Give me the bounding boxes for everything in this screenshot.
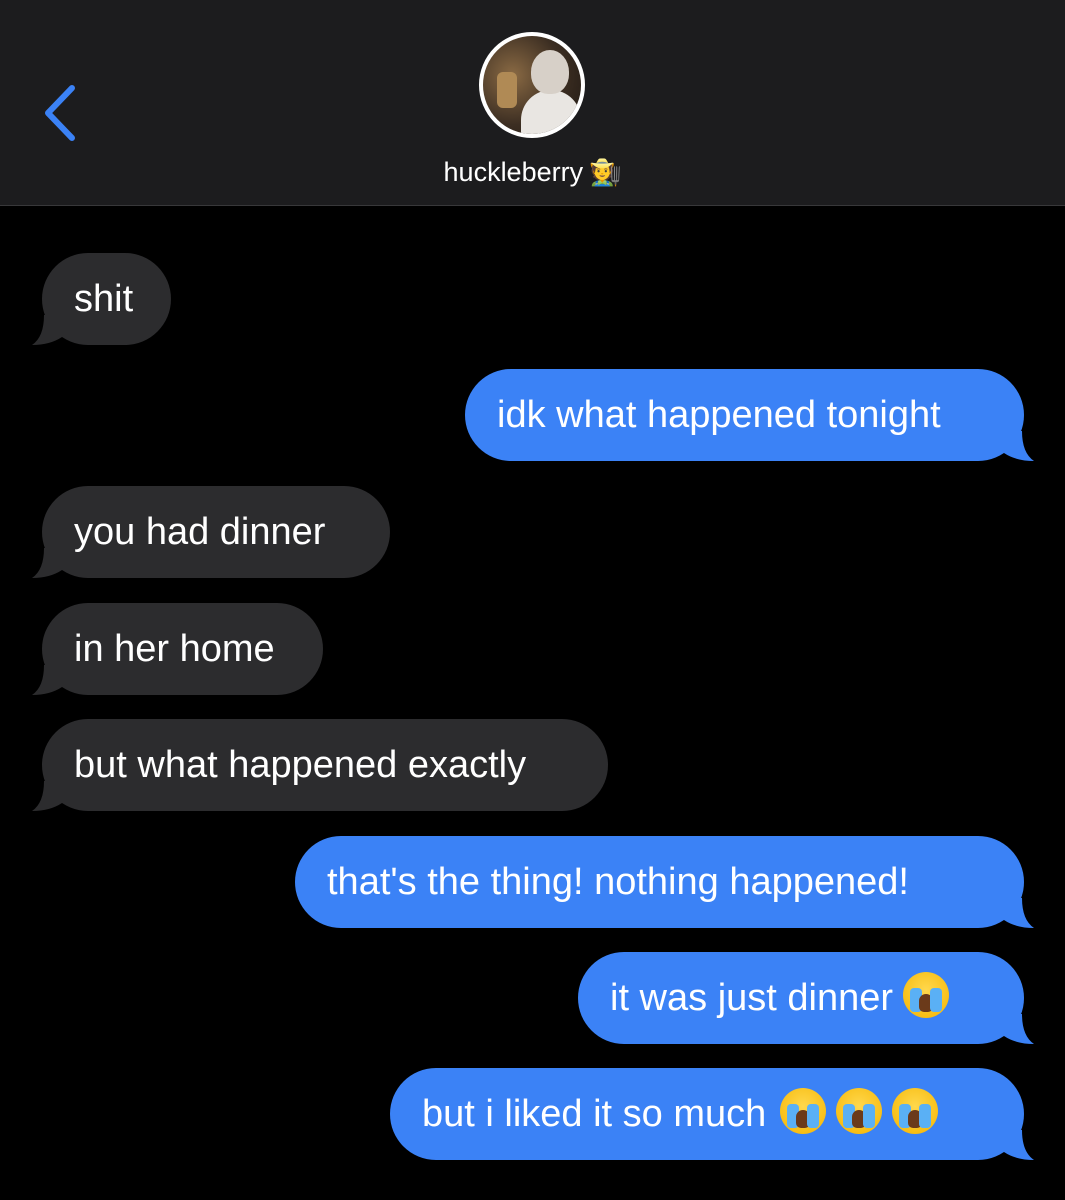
message-text: but i liked it so much bbox=[422, 1093, 767, 1135]
message-bubble-incoming[interactable]: but what happened exactly bbox=[32, 719, 608, 811]
bubble-tail bbox=[1004, 1014, 1034, 1044]
bubble-tail bbox=[32, 315, 62, 345]
chevron-left-icon bbox=[45, 85, 75, 141]
message-text: shit bbox=[74, 278, 134, 320]
message-bubble-incoming[interactable]: shit bbox=[32, 253, 171, 345]
back-button[interactable] bbox=[36, 80, 86, 146]
loudly-crying-face-icon bbox=[892, 1088, 939, 1134]
bubble-tail bbox=[1004, 431, 1034, 461]
message-text: in her home bbox=[74, 628, 275, 670]
avatar-photo-head bbox=[531, 50, 569, 94]
message-bubble-incoming[interactable]: in her home bbox=[32, 603, 323, 695]
bubble-tail bbox=[32, 665, 62, 695]
contact-name: huckleberry bbox=[443, 157, 584, 187]
bubble-tail bbox=[32, 781, 62, 811]
message-bubble-outgoing[interactable]: but i liked it so much bbox=[390, 1068, 1034, 1160]
message-bubble-outgoing[interactable]: idk what happened tonight bbox=[465, 369, 1034, 461]
message-text: but what happened exactly bbox=[74, 744, 527, 786]
bubble-tail bbox=[1004, 1130, 1034, 1160]
avatar-photo-body bbox=[521, 90, 581, 134]
loudly-crying-face-icon bbox=[903, 972, 950, 1018]
loudly-crying-face-icon bbox=[780, 1088, 827, 1134]
message-text: you had dinner bbox=[74, 511, 326, 553]
message-text: that's the thing! nothing happened! bbox=[327, 861, 909, 903]
message-bubble-outgoing[interactable]: it was just dinner bbox=[578, 952, 1034, 1044]
loudly-crying-face-icon bbox=[836, 1088, 883, 1134]
conversation-header: huckleberry 🧑‍🌾 bbox=[0, 0, 1065, 206]
contact-name-button[interactable]: huckleberry 🧑‍🌾 bbox=[0, 152, 1065, 192]
message-text: idk what happened tonight bbox=[497, 394, 941, 436]
message-bubble-outgoing[interactable]: that's the thing! nothing happened! bbox=[295, 836, 1034, 928]
avatar-photo bbox=[483, 36, 581, 134]
bubble-tail bbox=[32, 548, 62, 578]
bubble-tail bbox=[1004, 898, 1034, 928]
contact-avatar[interactable] bbox=[479, 32, 585, 138]
message-text: it was just dinner bbox=[610, 977, 894, 1019]
farmer-emoji: 🧑‍🌾 bbox=[589, 157, 622, 187]
message-bubble-incoming[interactable]: you had dinner bbox=[32, 486, 390, 578]
avatar-photo-lamp bbox=[497, 72, 517, 108]
